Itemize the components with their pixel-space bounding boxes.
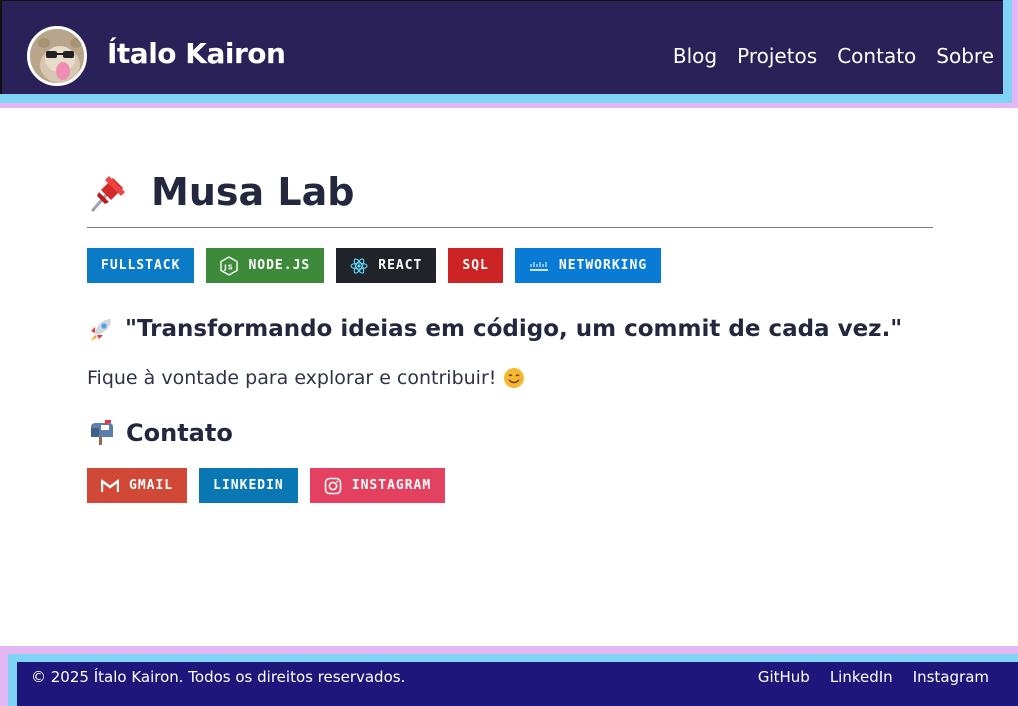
svg-text:JS: JS (224, 263, 235, 271)
footer-link-github[interactable]: GitHub (758, 668, 810, 686)
title-divider (87, 227, 933, 228)
badge-networking[interactable]: NETWORKING (514, 248, 662, 283)
badge-nodejs[interactable]: JS NODE.JS (206, 248, 325, 283)
cisco-icon (529, 260, 549, 272)
site-brand[interactable]: Ítalo Kairon (107, 37, 286, 70)
contact-title: Contato (126, 419, 233, 447)
badge-label: NETWORKING (558, 258, 648, 273)
footer-link-instagram[interactable]: Instagram (913, 668, 989, 686)
tech-badges: FULLSTACK JS NODE.JS REACT SQL NETWORKIN… (87, 248, 933, 283)
explore-text-row: Fique à vontade para explorar e contribu… (87, 367, 933, 389)
badge-label: REACT (378, 258, 423, 273)
site-footer: © 2025 Ítalo Kairon. Todos os direitos r… (17, 662, 1018, 706)
copyright-text: © 2025 Ítalo Kairon. Todos os direitos r… (31, 668, 406, 686)
pushpin-icon (91, 176, 125, 212)
nav-sobre[interactable]: Sobre (936, 44, 994, 68)
main-nav: Blog Projetos Contato Sobre (673, 44, 994, 68)
badge-sql[interactable]: SQL (448, 248, 503, 283)
footer-links: GitHub LinkedIn Instagram (758, 668, 989, 686)
avatar-image (30, 29, 84, 83)
badge-label: GMAIL (129, 478, 174, 493)
header-bar: Ítalo Kairon Blog Projetos Contato Sobre (0, 0, 1003, 94)
react-icon (350, 257, 368, 275)
badge-label: FULLSTACK (101, 258, 181, 273)
mailbox-icon (91, 420, 113, 445)
footer-link-linkedin[interactable]: LinkedIn (830, 668, 893, 686)
badge-instagram[interactable]: INSTAGRAM (309, 468, 446, 503)
badge-label: INSTAGRAM (351, 478, 432, 493)
contact-badges: GMAIL LINKEDIN INSTAGRAM (87, 468, 933, 503)
nodejs-icon: JS (220, 255, 239, 276)
badge-label: SQL (462, 258, 489, 273)
badge-label: NODE.JS (248, 258, 311, 273)
page-title: Musa Lab (151, 170, 355, 214)
quote-row: "Transformando ideias em código, um comm… (87, 315, 933, 343)
main-content: Musa Lab FULLSTACK JS NODE.JS REACT SQL … (87, 168, 933, 503)
badge-fullstack[interactable]: FULLSTACK (87, 248, 195, 283)
smile-emoji-icon (504, 368, 525, 388)
quote-text: "Transformando ideias em código, um comm… (125, 316, 903, 342)
badge-gmail[interactable]: GMAIL (87, 468, 188, 503)
badge-react[interactable]: REACT (336, 248, 437, 283)
nav-projetos[interactable]: Projetos (737, 44, 817, 68)
nav-blog[interactable]: Blog (673, 44, 717, 68)
title-row: Musa Lab (87, 168, 933, 216)
avatar[interactable] (27, 26, 87, 86)
nav-contato[interactable]: Contato (837, 44, 916, 68)
site-header: Ítalo Kairon Blog Projetos Contato Sobre (0, 0, 1018, 110)
badge-label: LINKEDIN (213, 478, 284, 493)
badge-linkedin[interactable]: LINKEDIN (199, 468, 298, 503)
contact-heading-row: Contato (87, 419, 933, 447)
explore-text: Fique à vontade para explorar e contribu… (87, 367, 497, 389)
gmail-icon (101, 478, 119, 493)
instagram-icon (324, 477, 342, 495)
rocket-icon (91, 319, 111, 341)
